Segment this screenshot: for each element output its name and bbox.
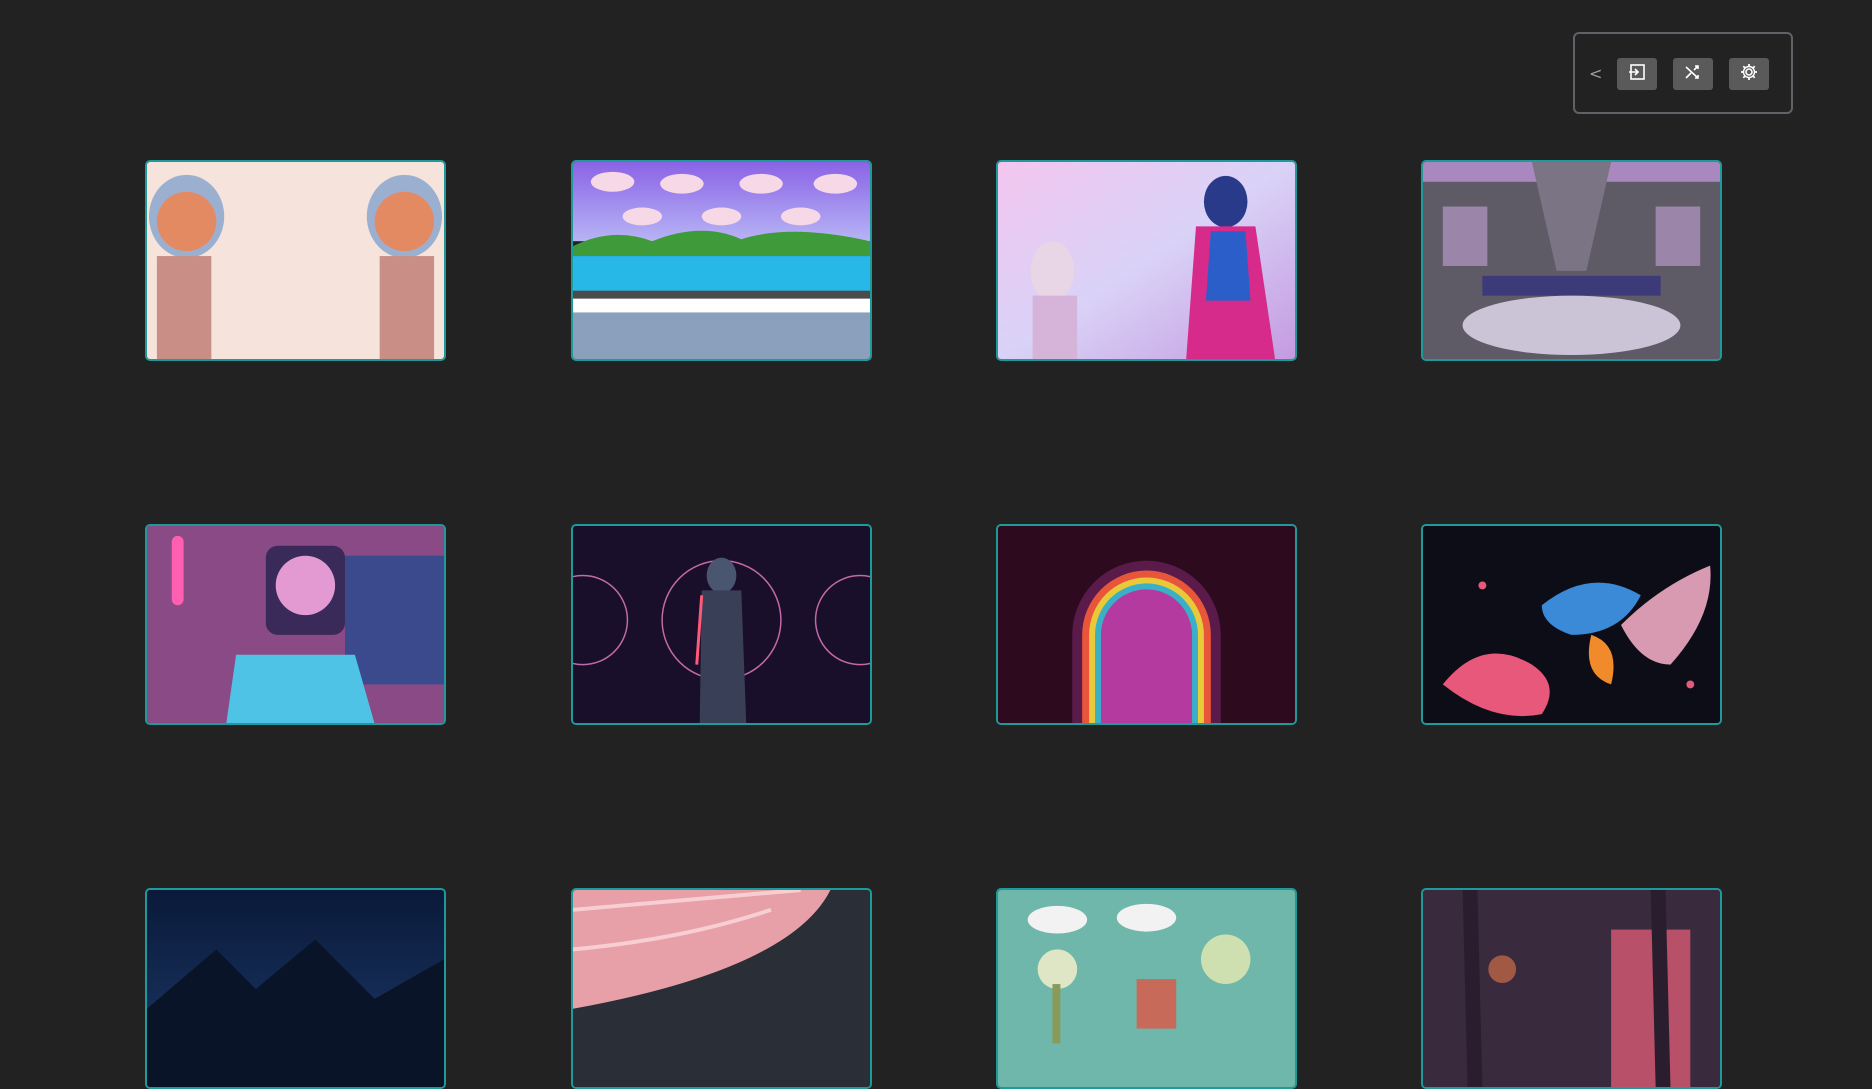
wallpaper-space-pool[interactable]: [145, 524, 446, 725]
wallpaper-image: [147, 890, 444, 1087]
collapse-toggle[interactable]: <: [1589, 64, 1602, 83]
wallpaper-image: [1423, 162, 1720, 359]
wallpaper-image: [147, 526, 444, 723]
wallpaper-image: [1423, 526, 1720, 723]
wallpaper-pixel-lake[interactable]: [571, 160, 872, 361]
wallpaper-cloud-train[interactable]: [1421, 160, 1722, 361]
wallpaper-crystal-skulls[interactable]: [145, 160, 446, 361]
toolbar-panel: <: [1573, 32, 1793, 114]
shuffle-icon: [1683, 62, 1703, 87]
enter-icon: [1627, 62, 1647, 87]
wallpaper-image: [147, 162, 444, 359]
gear-icon: [1739, 62, 1759, 87]
wallpaper-image: [573, 890, 870, 1087]
settings-button[interactable]: [1729, 58, 1769, 90]
wallpaper-image: [998, 890, 1295, 1087]
wallpaper-surreal-garden[interactable]: [996, 888, 1297, 1089]
wallpaper-rainbow-arch[interactable]: [996, 524, 1297, 725]
wallpaper-image: [573, 162, 870, 359]
wallpaper-image: [1423, 890, 1720, 1087]
wallpaper-image: [998, 162, 1295, 359]
wallpaper-night-mountains[interactable]: [145, 888, 446, 1089]
wallpaper-neon-palms[interactable]: [1421, 888, 1722, 1089]
wallpaper-fluid-paint[interactable]: [1421, 524, 1722, 725]
wallpaper-image: [573, 526, 870, 723]
wallpaper-pink-beach[interactable]: [571, 888, 872, 1089]
shuffle-button[interactable]: [1673, 58, 1713, 90]
wallpaper-image: [998, 526, 1295, 723]
wallpaper-neon-figure[interactable]: [571, 524, 872, 725]
wallpaper-vaporwave-statues[interactable]: [996, 160, 1297, 361]
enter-button[interactable]: [1617, 58, 1657, 90]
